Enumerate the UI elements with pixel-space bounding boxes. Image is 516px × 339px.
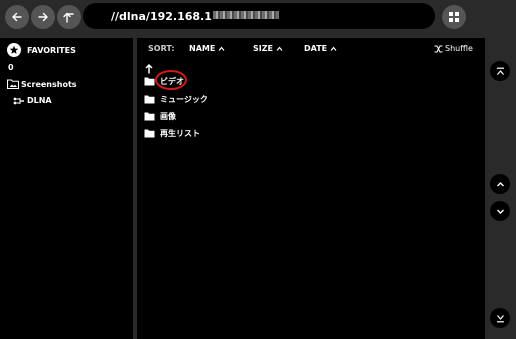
file-name: 画像 (160, 111, 176, 121)
sidebar-item-label: Screenshots (21, 79, 77, 89)
list-item[interactable]: ミュージック (144, 92, 208, 106)
arrow-left-icon (12, 12, 22, 22)
up-level-button[interactable] (57, 5, 81, 29)
sidebar-item-dlna[interactable]: DLNA (13, 96, 52, 105)
scroll-to-top-button[interactable] (490, 61, 510, 81)
sort-name-label: NAME (189, 44, 216, 53)
arrow-up-icon (145, 63, 153, 74)
sort-ascending-icon (276, 46, 283, 51)
folder-icon (144, 112, 155, 120)
favorites-header[interactable]: FAVORITES (7, 42, 76, 58)
grid-icon (449, 12, 459, 22)
sidebar-item-label: DLNA (27, 96, 52, 105)
arrow-up-icon (63, 12, 74, 23)
chevron-up-icon (496, 181, 504, 186)
sort-bar: SORT: NAME SIZE DATE Shuffle (137, 44, 485, 56)
sort-label: SORT: (148, 44, 175, 53)
sort-by-size-button[interactable]: SIZE (253, 44, 283, 53)
sidebar-item-screenshots[interactable]: Screenshots (7, 79, 77, 89)
scroll-up-button[interactable] (490, 174, 510, 194)
folder-icon (144, 129, 155, 137)
image-folder-icon (7, 79, 19, 89)
view-mode-button[interactable] (442, 5, 466, 29)
sort-ascending-icon (218, 46, 225, 51)
star-icon (7, 43, 21, 57)
app-window: //dlna/192.168.1 FAVORITES 0 Screenshots… (0, 0, 516, 339)
list-item[interactable]: 再生リスト (144, 126, 200, 140)
address-text: //dlna/192.168.1 (111, 9, 212, 23)
sort-ascending-icon (330, 46, 337, 51)
folder-icon (144, 77, 155, 85)
favorites-count: 0 (8, 63, 14, 72)
network-icon (13, 97, 24, 104)
scroll-down-button[interactable] (490, 201, 510, 221)
scroll-rail (485, 38, 516, 339)
scroll-to-bottom-icon (496, 314, 504, 322)
list-item[interactable]: 画像 (144, 109, 176, 123)
sort-date-label: DATE (304, 44, 328, 53)
shuffle-icon (434, 45, 443, 52)
arrow-right-icon (38, 12, 48, 22)
file-name: ミュージック (160, 94, 208, 104)
sort-by-date-button[interactable]: DATE (304, 44, 337, 53)
sort-size-label: SIZE (253, 44, 274, 53)
file-list-panel: SORT: NAME SIZE DATE Shuffle ビデオ ミュージック … (137, 38, 485, 339)
folder-icon (144, 95, 155, 103)
file-name: 再生リスト (160, 128, 200, 138)
sort-by-name-button[interactable]: NAME (189, 44, 225, 53)
chevron-down-icon (496, 209, 504, 214)
address-bar[interactable]: //dlna/192.168.1 (83, 3, 435, 29)
toolbar: //dlna/192.168.1 (0, 0, 516, 34)
scroll-to-top-icon (496, 67, 504, 75)
favorites-label: FAVORITES (27, 45, 76, 55)
shuffle-label: Shuffle (445, 44, 473, 53)
sidebar: FAVORITES 0 Screenshots DLNA (0, 38, 133, 339)
redacted-address-part (212, 11, 279, 19)
forward-button[interactable] (31, 5, 55, 29)
scroll-to-bottom-button[interactable] (490, 308, 510, 328)
back-button[interactable] (5, 5, 29, 29)
shuffle-button[interactable]: Shuffle (434, 44, 473, 53)
highlight-annotation (155, 70, 187, 90)
